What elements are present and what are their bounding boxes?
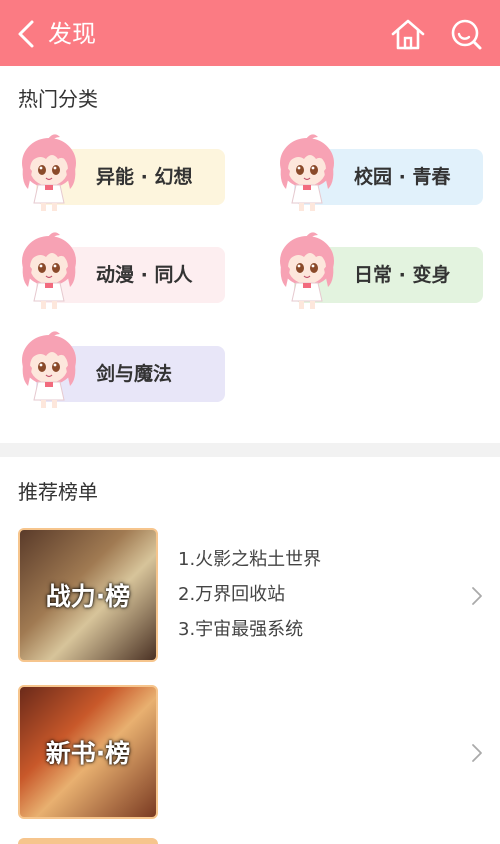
- ranking-book-list: 1.火影之粘土世界 2.万界回收站 3.宇宙最强系统: [178, 542, 321, 647]
- category-item[interactable]: 剑与魔法: [18, 331, 225, 408]
- ranking-cover: 新书·榜: [18, 685, 158, 819]
- section-title-categories: 热门分类: [18, 87, 98, 111]
- anime-girl-mascot-icon: [280, 232, 334, 309]
- ranking-card[interactable]: 新书·榜: [0, 685, 500, 820]
- category-label: 剑与魔法: [96, 363, 173, 385]
- chevron-right-icon[interactable]: [470, 586, 484, 606]
- chevron-left-icon[interactable]: [14, 19, 38, 49]
- chevron-right-icon[interactable]: [470, 743, 484, 763]
- top-bar: 发现: [0, 0, 500, 66]
- ranking-card[interactable]: 战力·榜 1.火影之粘土世界 2.万界回收站 3.宇宙最强系统: [0, 528, 500, 663]
- anime-girl-mascot-icon: [22, 331, 76, 408]
- category-item[interactable]: 日常 · 变身: [276, 232, 483, 309]
- category-label: 动漫 · 同人: [96, 264, 193, 286]
- anime-girl-mascot-icon: [22, 232, 76, 309]
- anime-girl-mascot-icon: [22, 134, 76, 211]
- category-item[interactable]: 异能 · 幻想: [18, 134, 225, 211]
- ranking-cover-title: 新书·榜: [45, 739, 131, 768]
- section-title-rankings: 推荐榜单: [18, 480, 98, 504]
- page-title: 发现: [48, 20, 96, 48]
- category-label: 日常 · 变身: [354, 264, 451, 286]
- ranking-book-item[interactable]: 3.宇宙最强系统: [178, 612, 321, 647]
- ranking-book-item[interactable]: 2.万界回收站: [178, 577, 321, 612]
- category-item[interactable]: 动漫 · 同人: [18, 232, 225, 309]
- category-label: 校园 · 青春: [354, 166, 451, 188]
- home-icon[interactable]: [390, 17, 426, 51]
- search-icon[interactable]: [448, 17, 484, 51]
- category-item[interactable]: 校园 · 青春: [276, 134, 483, 211]
- anime-girl-mascot-icon: [280, 134, 334, 211]
- section-divider: [0, 443, 500, 457]
- ranking-cover: 战力·榜: [18, 528, 158, 662]
- ranking-book-item[interactable]: 1.火影之粘土世界: [178, 542, 321, 577]
- ranking-cover-partial: [18, 838, 158, 844]
- ranking-cover-title: 战力·榜: [45, 582, 131, 611]
- category-label: 异能 · 幻想: [96, 166, 193, 188]
